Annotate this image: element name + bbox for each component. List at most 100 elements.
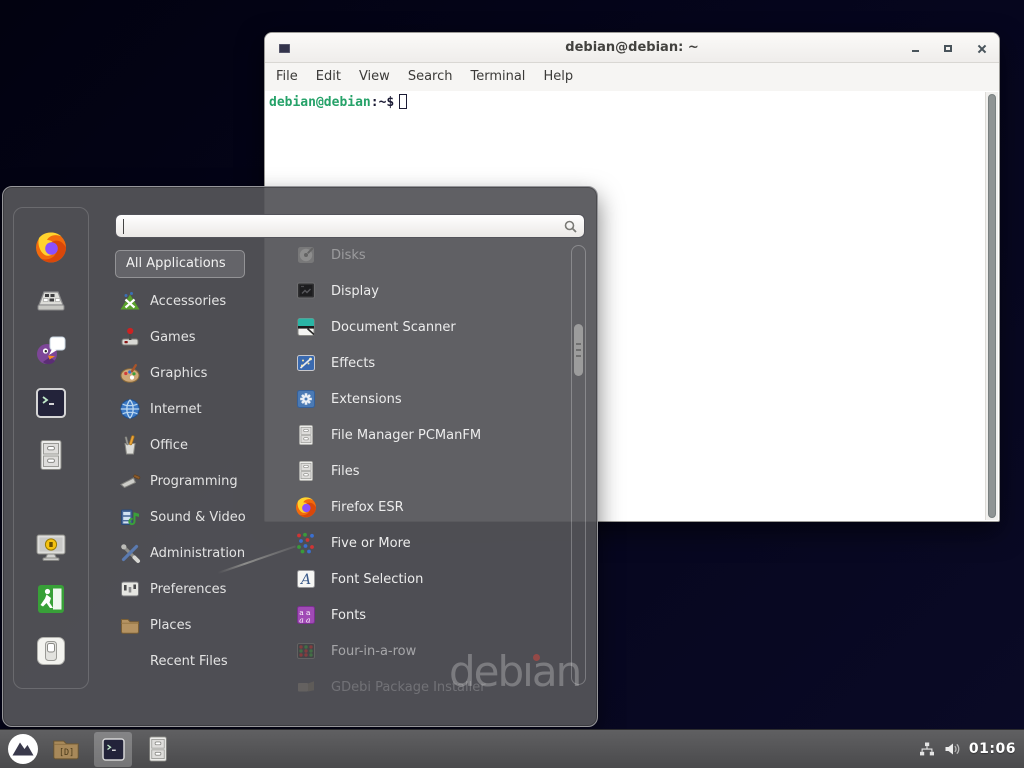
taskbar: [D] 01:06 (0, 729, 1024, 768)
minimize-button[interactable] (909, 42, 921, 54)
terminal-icon (33, 385, 69, 421)
search-box[interactable] (115, 214, 585, 238)
app-label: Four-in-a-row (331, 644, 416, 659)
maximize-button[interactable] (942, 42, 954, 54)
app-four-in-a-row[interactable]: Four-in-a-row (284, 633, 568, 669)
app-firefox-esr[interactable]: Firefox ESR (284, 489, 568, 525)
app-effects[interactable]: Effects (284, 345, 568, 381)
close-icon (977, 44, 986, 53)
app-label: Document Scanner (331, 320, 456, 335)
menu-item-file[interactable]: File (267, 63, 307, 91)
file-cabinet-icon (33, 437, 69, 473)
search-caret (123, 219, 124, 234)
category-recent-files[interactable]: Recent Files (115, 643, 281, 679)
taskbar-terminal-button[interactable] (94, 732, 132, 767)
favorite-lock-screen-button[interactable] (25, 521, 77, 573)
menu-scrollbar-thumb[interactable] (574, 324, 583, 376)
menu-button[interactable] (6, 732, 40, 766)
category-list: AccessoriesGamesGraphicsInternetOfficePr… (115, 283, 281, 679)
app-label: Disks (331, 248, 366, 263)
clock[interactable]: 01:06 (969, 741, 1016, 757)
disks-icon (294, 243, 318, 267)
terminal-scrollbar-thumb[interactable] (988, 94, 996, 518)
prompt-suffix: :~$ (371, 95, 394, 110)
maximize-icon (944, 45, 952, 52)
svg-text:a a: a a (299, 616, 310, 625)
logout-icon (33, 581, 69, 617)
search-input[interactable] (122, 218, 552, 234)
internet-icon (119, 398, 141, 420)
terminal-menubar: FileEditViewSearchTerminalHelp (265, 63, 999, 91)
app-disks[interactable]: Disks (284, 237, 568, 273)
category-games[interactable]: Games (115, 319, 281, 355)
menu-item-help[interactable]: Help (534, 63, 582, 91)
category-places[interactable]: Places (115, 607, 281, 643)
five-or-more-icon (294, 531, 318, 555)
firefox-icon (33, 229, 69, 265)
file-cabinet-icon (294, 459, 318, 483)
favorite-firefox-button[interactable] (25, 221, 77, 273)
window-controls (909, 33, 987, 63)
category-programming[interactable]: Programming (115, 463, 281, 499)
menu-item-terminal[interactable]: Terminal (461, 63, 534, 91)
taskbar-file-cabinet-button[interactable] (142, 733, 174, 765)
app-fonts[interactable]: a aa aFonts (284, 597, 568, 633)
terminal-scrollbar[interactable] (985, 92, 998, 520)
application-menu: debıan All Applications AccessoriesGames… (2, 186, 598, 727)
app-label: Firefox ESR (331, 500, 404, 515)
close-button[interactable] (975, 42, 987, 54)
terminal-cursor (399, 94, 407, 109)
graphics-icon (119, 362, 141, 384)
category-sound-video[interactable]: Sound & Video (115, 499, 281, 535)
category-accessories[interactable]: Accessories (115, 283, 281, 319)
category-graphics[interactable]: Graphics (115, 355, 281, 391)
app-label: Files (331, 464, 360, 479)
app-extensions[interactable]: Extensions (284, 381, 568, 417)
pidgin-icon (33, 333, 69, 369)
tray-network-button[interactable] (919, 741, 935, 757)
terminal-icon (100, 736, 127, 763)
desktop: debian@debian: ~ FileEditViewSearchTermi… (0, 0, 1024, 768)
app-five-or-more[interactable]: Five or More (284, 525, 568, 561)
favorite-pidgin-button[interactable] (25, 325, 77, 377)
favorite-keyboard-button[interactable] (25, 273, 77, 325)
app-files[interactable]: Files (284, 453, 568, 489)
app-document-scanner[interactable]: Document Scanner (284, 309, 568, 345)
favorite-logout-button[interactable] (25, 573, 77, 625)
category-office[interactable]: Office (115, 427, 281, 463)
favorite-file-cabinet-button[interactable] (25, 429, 77, 481)
menu-item-edit[interactable]: Edit (307, 63, 350, 91)
menu-item-search[interactable]: Search (399, 63, 462, 91)
app-label: File Manager PCManFM (331, 428, 481, 443)
app-font-selection[interactable]: AFont Selection (284, 561, 568, 597)
category-administration[interactable]: Administration (115, 535, 281, 571)
application-list: Disks Display Document Scanner Effects Exten… (284, 237, 568, 705)
category-label: Recent Files (150, 654, 228, 669)
taskbar-folder-button[interactable]: [D] (50, 733, 82, 765)
app-label: Five or More (331, 536, 411, 551)
menu-item-view[interactable]: View (350, 63, 399, 91)
tray-volume-button[interactable] (944, 741, 960, 757)
effects-icon (294, 351, 318, 375)
category-preferences[interactable]: Preferences (115, 571, 281, 607)
app-label: Font Selection (331, 572, 423, 587)
shutdown-icon (33, 633, 69, 669)
favorite-terminal-button[interactable] (25, 377, 77, 429)
category-all-applications[interactable]: All Applications (115, 250, 245, 278)
terminal-titlebar[interactable]: debian@debian: ~ (265, 33, 999, 63)
category-label: Games (150, 330, 195, 345)
category-internet[interactable]: Internet (115, 391, 281, 427)
app-display[interactable]: Display (284, 273, 568, 309)
menu-scrollbar[interactable] (571, 245, 586, 685)
favorite-shutdown-button[interactable] (25, 625, 77, 677)
favorites-panel (13, 207, 89, 689)
app-gdebi-package-installer[interactable]: GDebi Package Installer (284, 669, 568, 705)
four-in-a-row-icon (294, 639, 318, 663)
app-label: Display (331, 284, 379, 299)
app-label: Extensions (331, 392, 402, 407)
file-cabinet-icon (143, 734, 173, 764)
office-icon (119, 434, 141, 456)
terminal-title: debian@debian: ~ (265, 33, 999, 63)
category-label: Graphics (150, 366, 207, 381)
app-file-manager-pcmanfm[interactable]: File Manager PCManFM (284, 417, 568, 453)
